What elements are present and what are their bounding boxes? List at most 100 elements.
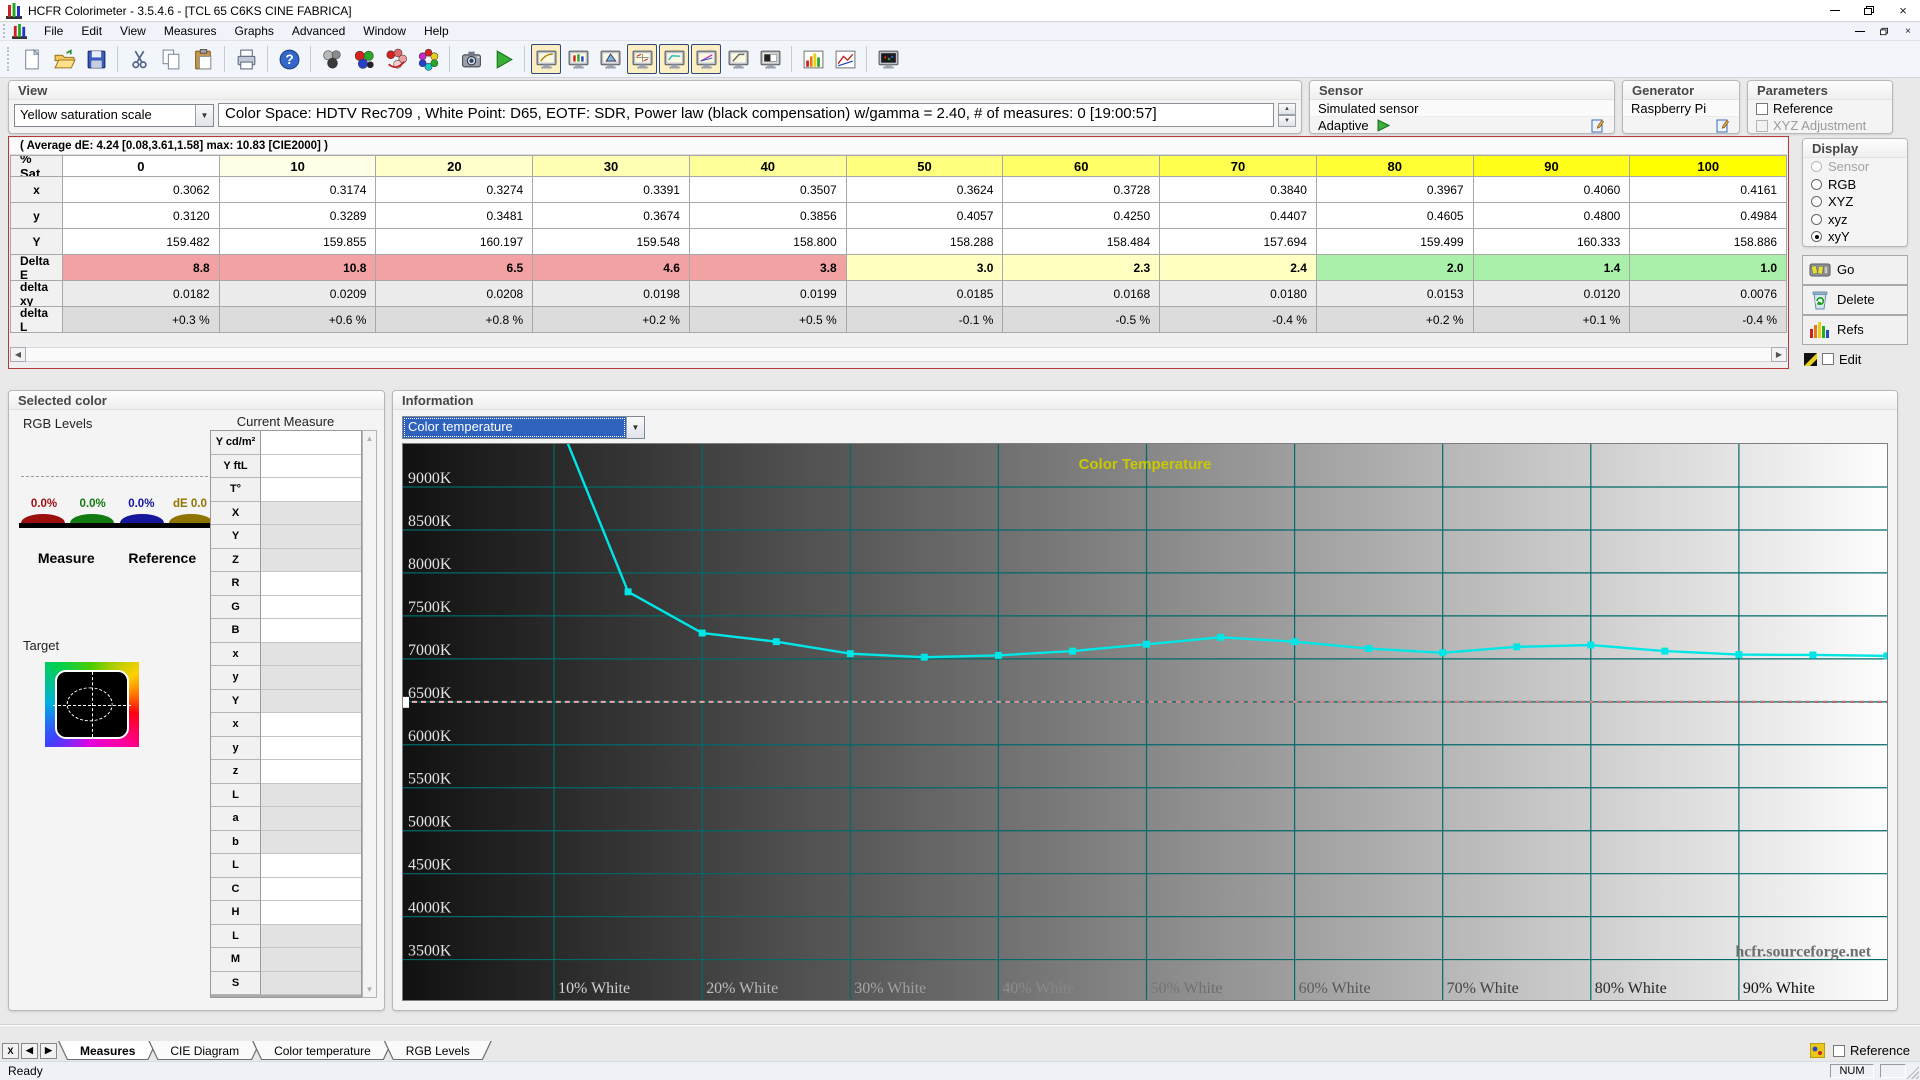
toolbar-open-folder-button[interactable] — [49, 44, 79, 74]
tab-close-button[interactable]: X — [2, 1043, 19, 1059]
restore-button[interactable] — [1852, 0, 1886, 21]
measure-cell[interactable]: 0.3062 — [63, 177, 220, 203]
tab-prev-icon[interactable]: ◀ — [21, 1043, 38, 1059]
measure-cell[interactable]: +0.3 % — [63, 307, 220, 333]
measure-cell[interactable]: 0.0199 — [690, 281, 847, 307]
mdi-restore-button[interactable] — [1872, 22, 1896, 40]
toolbar-all-colors-button[interactable] — [413, 44, 443, 74]
delete-button[interactable]: Delete — [1802, 285, 1908, 315]
toolbar-print-button[interactable] — [231, 44, 261, 74]
measure-cell[interactable]: 2.4 — [1160, 255, 1317, 281]
measure-cell[interactable]: 0.0180 — [1160, 281, 1317, 307]
measure-cell[interactable]: 0.3728 — [1003, 177, 1160, 203]
measure-cell[interactable]: 0.3274 — [376, 177, 533, 203]
measure-cell[interactable]: 0.0185 — [847, 281, 1004, 307]
measure-cell[interactable]: 158.886 — [1630, 229, 1787, 255]
toolbar-monitor-multi-button[interactable] — [627, 44, 657, 74]
measure-cell[interactable]: 4.6 — [533, 255, 690, 281]
information-graph-select[interactable]: Color temperature ▼ — [402, 416, 645, 439]
measure-cell[interactable]: 0.4250 — [1003, 203, 1160, 229]
measure-cell[interactable]: 2.0 — [1317, 255, 1474, 281]
toolbar-monitor-sat-button[interactable] — [691, 44, 721, 74]
measure-cell[interactable]: 0.0168 — [1003, 281, 1160, 307]
sensor-run-icon[interactable] — [1377, 119, 1390, 132]
toolbar-sensor-meters-button[interactable] — [317, 44, 347, 74]
toolbar-copy-button[interactable] — [156, 44, 186, 74]
measure-cell[interactable]: 0.4161 — [1630, 177, 1787, 203]
measure-cell[interactable]: 0.3840 — [1160, 177, 1317, 203]
view-scale-select[interactable]: Yellow saturation scale ▼ — [14, 104, 214, 127]
measure-cell[interactable]: 0.0209 — [220, 281, 377, 307]
toolbar-monitor-cie-button[interactable] — [595, 44, 625, 74]
measure-cell[interactable]: 0.3481 — [376, 203, 533, 229]
edit-checkbox[interactable] — [1822, 353, 1834, 365]
measure-cell[interactable]: +0.2 % — [1317, 307, 1474, 333]
measure-cell[interactable]: -0.4 % — [1630, 307, 1787, 333]
menu-view[interactable]: View — [111, 23, 155, 39]
statusbar-reference-checkbox[interactable] — [1833, 1045, 1845, 1057]
measure-cell[interactable]: 0.0120 — [1474, 281, 1631, 307]
menu-edit[interactable]: Edit — [72, 23, 111, 39]
measure-cell[interactable]: 158.484 — [1003, 229, 1160, 255]
reference-checkbox[interactable] — [1756, 103, 1768, 115]
measure-cell[interactable]: 158.288 — [847, 229, 1004, 255]
current-measure-scrollbar[interactable]: ▲ ▼ — [362, 430, 377, 998]
tab-measures[interactable]: Measures — [58, 1041, 157, 1060]
toolbar-cut-button[interactable] — [124, 44, 154, 74]
measure-cell[interactable]: 0.3856 — [690, 203, 847, 229]
refs-button[interactable]: Refs — [1802, 315, 1908, 345]
measure-cell[interactable]: 0.0076 — [1630, 281, 1787, 307]
measure-cell[interactable]: 8.8 — [63, 255, 220, 281]
toolbar-camera-button[interactable] — [456, 44, 486, 74]
display-option-xyz[interactable]: xyz — [1803, 211, 1907, 229]
tab-next-icon[interactable]: ▶ — [40, 1043, 57, 1059]
toolbar-monitor-rgb-button[interactable] — [563, 44, 593, 74]
measure-cell[interactable]: 157.694 — [1160, 229, 1317, 255]
toolbar-new-document-button[interactable] — [17, 44, 47, 74]
measure-cell[interactable]: 0.3174 — [220, 177, 377, 203]
display-option-xyy[interactable]: xyY — [1803, 228, 1907, 246]
measure-cell[interactable]: +0.5 % — [690, 307, 847, 333]
measure-cell[interactable]: 0.4605 — [1317, 203, 1474, 229]
measure-cell[interactable]: 0.3967 — [1317, 177, 1474, 203]
menu-file[interactable]: File — [35, 23, 72, 39]
toolbar-save-button[interactable] — [81, 44, 111, 74]
toolbar-monitor-dark-button[interactable] — [873, 44, 903, 74]
display-option-xyz[interactable]: XYZ — [1803, 193, 1907, 211]
go-button[interactable]: Go — [1802, 255, 1908, 285]
resize-grip[interactable] — [1906, 1066, 1919, 1079]
scroll-up-icon[interactable]: ▲ — [366, 431, 374, 446]
tab-cie-diagram[interactable]: CIE Diagram — [148, 1041, 261, 1060]
spinner-up-icon[interactable]: ▲ — [1278, 103, 1296, 115]
mdi-close-button[interactable]: × — [1896, 22, 1920, 40]
scroll-left-icon[interactable]: ◀ — [10, 347, 26, 362]
tab-color-temperature[interactable]: Color temperature — [252, 1041, 393, 1060]
radio-xyz[interactable] — [1811, 196, 1822, 207]
spinner-down-icon[interactable]: ▼ — [1278, 115, 1296, 127]
scroll-right-icon[interactable]: ▶ — [1771, 347, 1787, 362]
radio-rgb[interactable] — [1811, 179, 1822, 190]
menu-graphs[interactable]: Graphs — [226, 23, 283, 39]
measure-cell[interactable]: 0.3624 — [847, 177, 1004, 203]
mdi-minimize-button[interactable] — [1848, 22, 1872, 40]
sensor-edit-icon[interactable] — [1591, 118, 1606, 133]
measure-cell[interactable]: 1.0 — [1630, 255, 1787, 281]
toolbar-monitor-temp-button[interactable] — [659, 44, 689, 74]
measure-cell[interactable]: 0.4800 — [1474, 203, 1631, 229]
measure-cell[interactable]: 1.4 — [1474, 255, 1631, 281]
toolbar-rgb-balls-button[interactable] — [349, 44, 379, 74]
close-button[interactable]: × — [1886, 0, 1920, 21]
toolbar-saturation-balls-button[interactable] — [381, 44, 411, 74]
measure-cell[interactable]: 0.3289 — [220, 203, 377, 229]
reference-checkbox-row[interactable]: Reference — [1748, 100, 1892, 117]
measure-cell[interactable]: 0.4057 — [847, 203, 1004, 229]
measure-cell[interactable]: 0.4407 — [1160, 203, 1317, 229]
measure-cell[interactable]: 3.8 — [690, 255, 847, 281]
chevron-down-icon[interactable]: ▼ — [195, 105, 213, 126]
minimize-button[interactable] — [1818, 0, 1852, 21]
menu-measures[interactable]: Measures — [155, 23, 226, 39]
measure-cell[interactable]: 0.4060 — [1474, 177, 1631, 203]
measure-cell[interactable]: 3.0 — [847, 255, 1004, 281]
toolbar-help-button[interactable]: ? — [274, 44, 304, 74]
toolbar-monitor-lum-button[interactable] — [723, 44, 753, 74]
